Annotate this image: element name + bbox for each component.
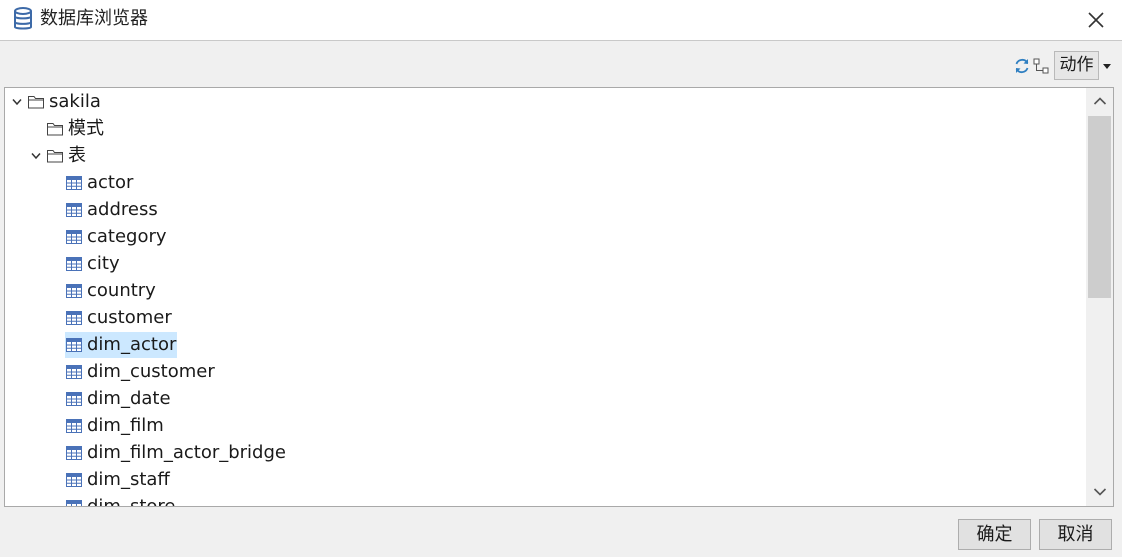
table-node-address[interactable]: address — [5, 198, 405, 222]
table-node-dim-actor[interactable]: dim_actor — [5, 333, 405, 357]
table-node-label: dim_date — [87, 388, 171, 409]
table-node-dim-store[interactable]: dim_store — [5, 495, 405, 507]
tree-node-tables[interactable]: 表 — [5, 144, 305, 168]
vertical-scrollbar[interactable] — [1086, 88, 1113, 506]
table-icon — [66, 230, 82, 244]
table-icon — [66, 446, 82, 460]
table-node-label: dim_customer — [87, 361, 215, 382]
tree-node-label: sakila — [49, 91, 101, 112]
table-node-label: country — [87, 280, 156, 301]
ok-button[interactable]: 确定 — [958, 519, 1031, 550]
table-icon — [66, 311, 82, 325]
refresh-icon[interactable] — [1013, 57, 1031, 75]
title-bar: 数据库浏览器 — [0, 0, 1122, 41]
close-icon[interactable] — [1086, 10, 1106, 30]
table-node-label: dim_film_actor_bridge — [87, 442, 286, 463]
table-node-label: customer — [87, 307, 172, 328]
tree-node-label: 模式 — [68, 118, 104, 139]
hierarchy-icon[interactable] — [1033, 58, 1049, 74]
table-node-dim-date[interactable]: dim_date — [5, 387, 405, 411]
table-icon — [66, 203, 82, 217]
table-icon — [66, 257, 82, 271]
table-node-customer[interactable]: customer — [5, 306, 405, 330]
tree-node-schemas[interactable]: 模式 — [5, 117, 305, 141]
table-node-label: address — [87, 199, 158, 220]
table-node-label: actor — [87, 172, 134, 193]
window-title: 数据库浏览器 — [40, 8, 148, 29]
chevron-down-icon[interactable] — [12, 98, 22, 106]
table-node-dim-film-actor-bridge[interactable]: dim_film_actor_bridge — [5, 441, 405, 465]
chevron-down-icon[interactable] — [31, 152, 41, 160]
table-node-label: dim_actor — [87, 334, 177, 355]
table-icon — [66, 365, 82, 379]
table-icon — [66, 419, 82, 433]
folder-icon — [47, 123, 63, 136]
table-node-label: dim_staff — [87, 469, 170, 490]
table-node-label: city — [87, 253, 120, 274]
table-icon — [66, 284, 82, 298]
close-button[interactable] — [1082, 6, 1110, 34]
tree-panel[interactable]: sakila 模式 表 actor address category city … — [4, 87, 1114, 507]
table-icon — [66, 176, 82, 190]
table-node-actor[interactable]: actor — [5, 171, 405, 195]
table-node-dim-staff[interactable]: dim_staff — [5, 468, 405, 492]
tree-node-sakila[interactable]: sakila — [5, 90, 305, 114]
table-node-label: dim_film — [87, 415, 164, 436]
table-node-dim-film[interactable]: dim_film — [5, 414, 405, 438]
scroll-up-icon[interactable] — [1093, 96, 1107, 106]
table-icon — [66, 338, 82, 352]
database-icon — [14, 7, 32, 30]
cancel-button[interactable]: 取消 — [1039, 519, 1112, 550]
table-node-label: dim_store — [87, 496, 176, 507]
table-node-city[interactable]: city — [5, 252, 405, 276]
table-icon — [66, 500, 82, 506]
table-node-label: category — [87, 226, 167, 247]
tree-node-label: 表 — [68, 145, 86, 166]
folder-icon — [28, 96, 44, 109]
table-icon — [66, 392, 82, 406]
action-button[interactable]: 动作 — [1054, 51, 1099, 80]
table-node-country[interactable]: country — [5, 279, 405, 303]
table-icon — [66, 473, 82, 487]
table-node-category[interactable]: category — [5, 225, 405, 249]
table-node-dim-customer[interactable]: dim_customer — [5, 360, 405, 384]
scroll-down-icon[interactable] — [1093, 487, 1107, 497]
caret-down-icon[interactable] — [1102, 62, 1112, 70]
folder-icon — [47, 150, 63, 163]
scrollbar-thumb[interactable] — [1088, 116, 1111, 298]
